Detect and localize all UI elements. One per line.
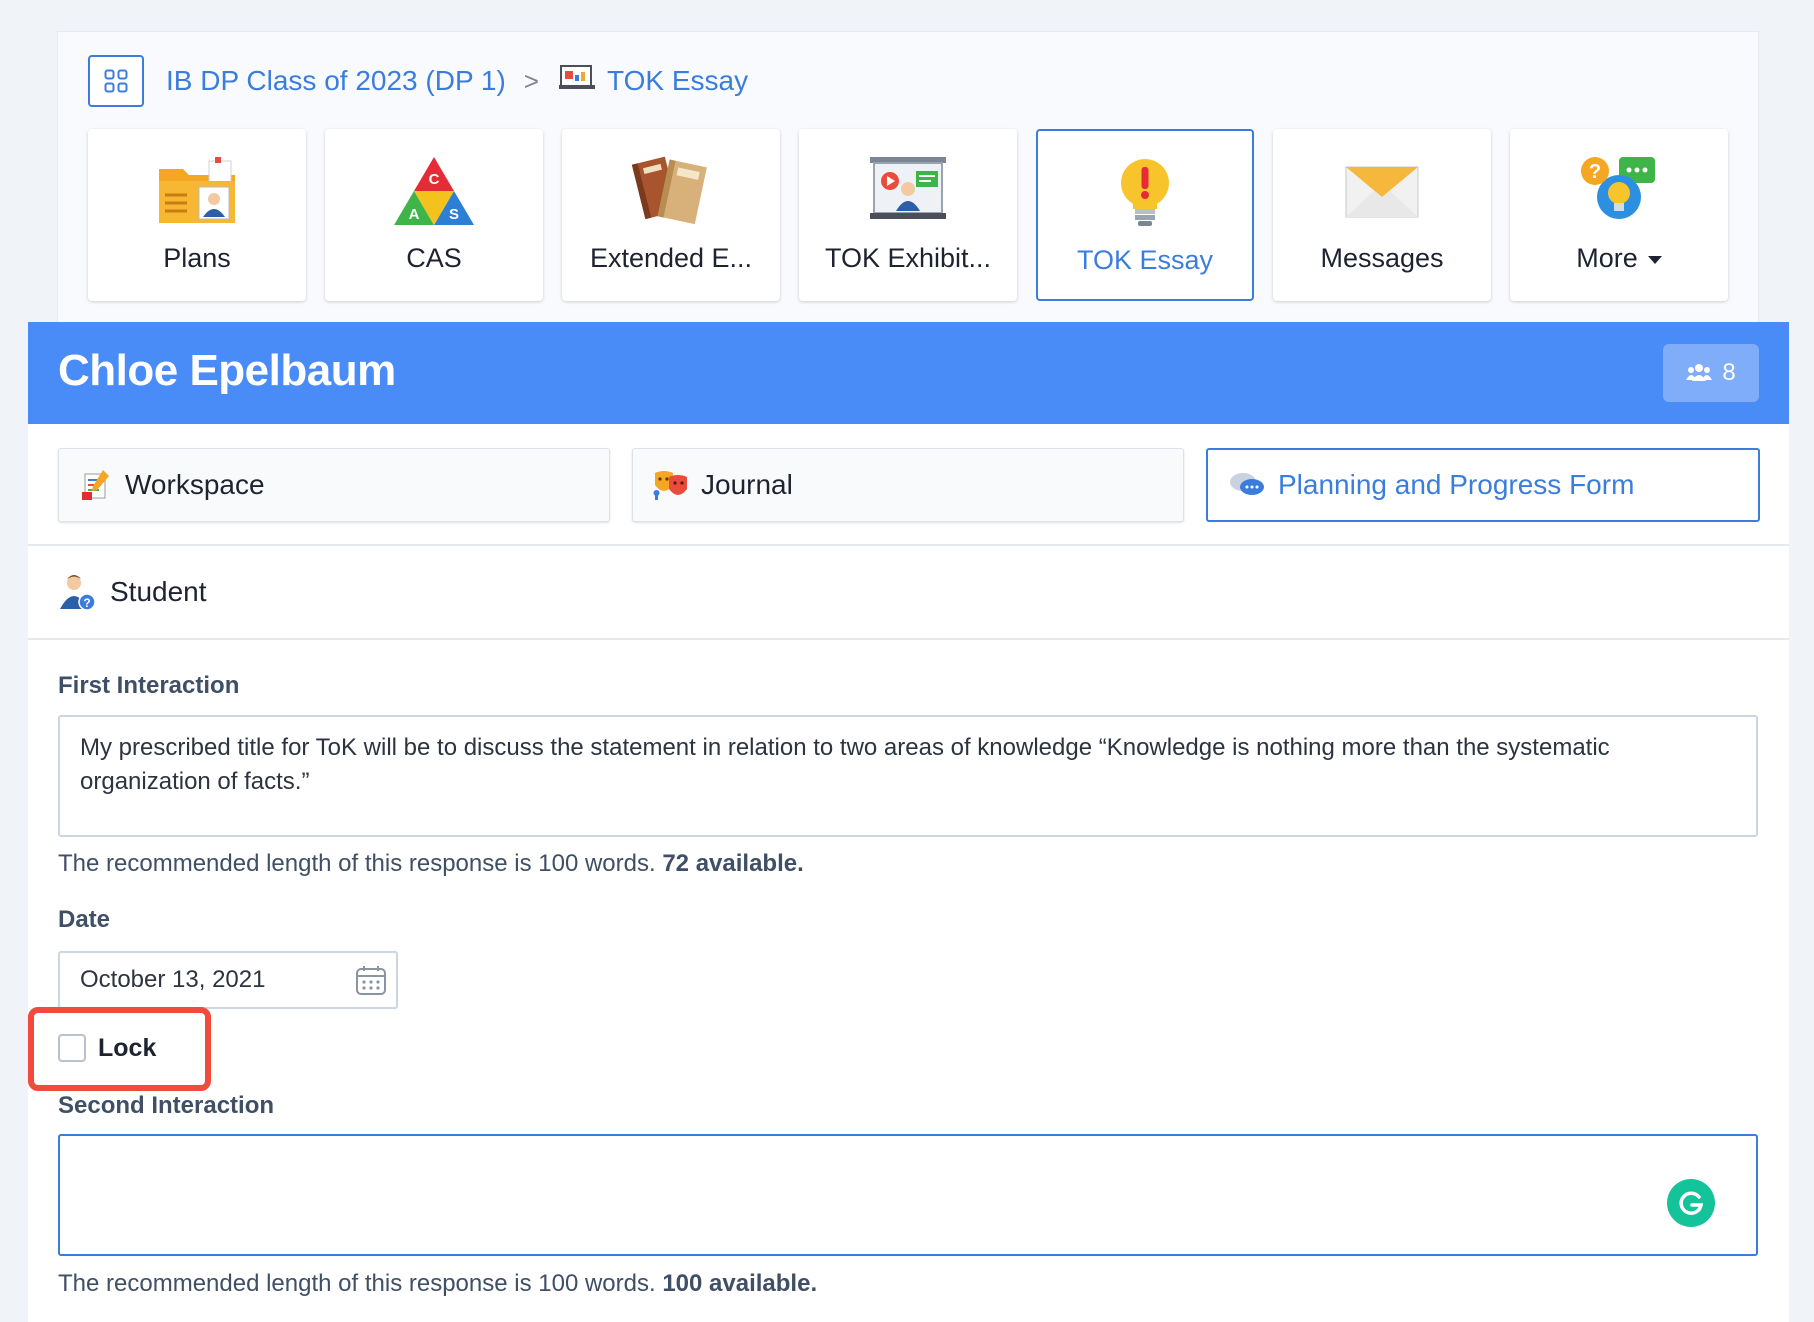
date-input[interactable]: October 13, 2021 (58, 951, 398, 1009)
lock-checkbox[interactable] (58, 1034, 86, 1062)
first-interaction-textarea[interactable]: My prescribed title for ToK will be to d… (58, 715, 1758, 837)
tile-extended-essay[interactable]: Extended E... (562, 129, 780, 301)
tile-tok-exhibition[interactable]: TOK Exhibit... (799, 129, 1017, 301)
student-avatar-icon: ? (58, 573, 96, 611)
second-interaction-textarea[interactable] (58, 1134, 1758, 1256)
apps-grid-button[interactable] (88, 55, 144, 107)
tile-plans[interactable]: Plans (88, 129, 306, 301)
class-nav-card: IB DP Class of 2023 (DP 1) > TOK Essay P… (58, 32, 1758, 322)
first-interaction-help: The recommended length of this response … (58, 850, 804, 877)
tile-tok-essay[interactable]: TOK Essay (1036, 129, 1254, 301)
group-count: 8 (1722, 359, 1736, 386)
question-chat-icon: ? (1581, 157, 1655, 219)
tab-journal[interactable]: Journal (632, 448, 1184, 522)
svg-text:?: ? (83, 596, 90, 610)
tile-more-label: More (1510, 243, 1728, 274)
breadcrumb-class-link[interactable]: IB DP Class of 2023 (DP 1) (166, 65, 506, 97)
grammarly-icon[interactable] (1667, 1179, 1715, 1227)
tile-messages-label: Messages (1320, 243, 1444, 273)
second-interaction-help: The recommended length of this response … (58, 1270, 818, 1297)
student-name: Chloe Epelbaum (58, 346, 396, 395)
second-interaction-available: 100 available. (662, 1270, 818, 1297)
breadcrumb-separator: > (523, 65, 539, 96)
section-title: Student (110, 576, 207, 607)
tile-cas-label: CAS (406, 243, 462, 273)
breadcrumb: IB DP Class of 2023 (DP 1) > TOK Essay (88, 54, 748, 108)
presentation-screen-icon (870, 157, 946, 219)
notepad-icon (79, 468, 113, 502)
tile-tok-exhibition-label: TOK Exhibit... (824, 243, 992, 273)
users-icon (1686, 364, 1713, 381)
student-panel: Chloe Epelbaum 8 Workspace Journal Plann… (28, 322, 1789, 1322)
svg-text:S: S (449, 206, 459, 223)
tile-more[interactable]: ? More (1510, 129, 1728, 301)
student-banner: Chloe Epelbaum 8 (28, 322, 1789, 424)
calendar-icon[interactable] (354, 963, 388, 997)
tile-plans-label: Plans (163, 243, 231, 273)
cas-triangle-icon: C A S (394, 157, 474, 225)
tile-messages[interactable]: Messages (1273, 129, 1491, 301)
lightbulb-alert-icon (1121, 159, 1169, 226)
books-icon (631, 156, 707, 225)
tile-cas[interactable]: C A S CAS (325, 129, 543, 301)
chat-bubbles-icon (1228, 470, 1266, 500)
presentation-icon (558, 63, 595, 100)
section-student: ? Student (28, 546, 1789, 640)
first-interaction-available: 72 available. (662, 850, 804, 877)
first-interaction-label: First Interaction (58, 672, 240, 699)
svg-text:?: ? (1589, 161, 1601, 183)
second-interaction-label: Second Interaction (58, 1092, 275, 1119)
breadcrumb-current[interactable]: TOK Essay (607, 65, 748, 97)
tile-tok-essay-label: TOK Essay (1076, 245, 1214, 275)
envelope-icon (1345, 166, 1419, 218)
grid-icon (104, 69, 128, 93)
tile-extended-essay-label: Extended E... (589, 243, 753, 273)
tab-workspace[interactable]: Workspace (58, 448, 610, 522)
module-tiles: Plans C A S CAS Extended E... TOK Exhibi… (88, 129, 1747, 301)
caret-down-icon (1647, 255, 1662, 264)
tab-planning-progress-label: Planning and Progress Form (1278, 469, 1635, 500)
tab-journal-label: Journal (701, 469, 793, 500)
svg-text:C: C (429, 171, 440, 188)
tab-planning-progress[interactable]: Planning and Progress Form (1206, 448, 1760, 522)
theater-masks-icon (653, 469, 689, 501)
date-value: October 13, 2021 (80, 966, 266, 993)
svg-text:A: A (409, 206, 420, 223)
subtabs: Workspace Journal Planning and Progress … (28, 424, 1789, 546)
date-label: Date (58, 906, 111, 933)
lock-label[interactable]: Lock (98, 1034, 156, 1063)
folder-person-icon (159, 157, 235, 223)
group-members-button[interactable]: 8 (1663, 344, 1759, 402)
tab-workspace-label: Workspace (125, 469, 265, 500)
